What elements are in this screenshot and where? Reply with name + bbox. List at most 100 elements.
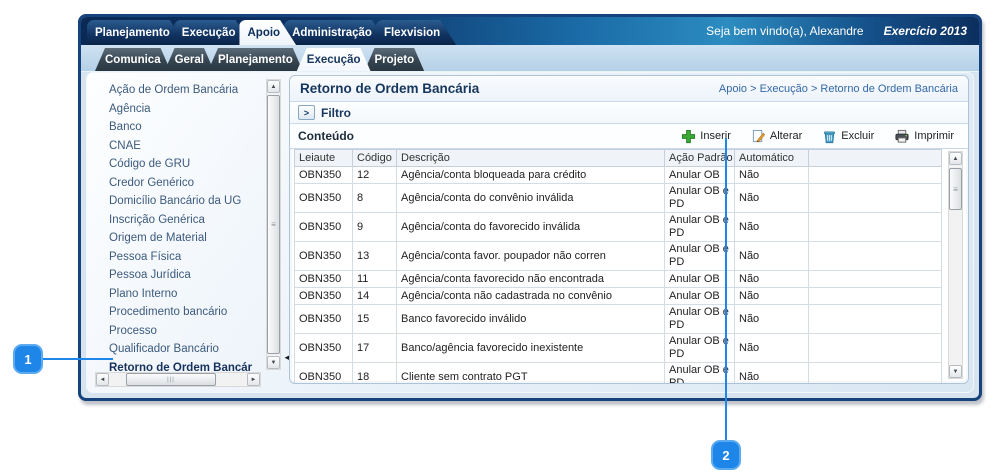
table-cell: Anular OB e PD — [665, 305, 735, 334]
edit-button[interactable]: Alterar — [751, 129, 802, 144]
table-region: LeiauteCódigoDescriçãoAção PadrãoAutomát… — [290, 149, 968, 383]
table-row[interactable]: OBN35015Banco favorecido inválidoAnular … — [295, 305, 942, 334]
sub-tab-geral[interactable]: Geral — [165, 48, 214, 71]
table-cell-empty — [809, 184, 942, 213]
scroll-up-icon[interactable]: ▲ — [949, 152, 962, 165]
sidebar-item-qualificador-banc-rio[interactable]: Qualificador Bancário — [109, 340, 285, 359]
scroll-left-icon[interactable]: ◄ — [96, 373, 109, 386]
annotation-badge-2: 2 — [711, 440, 741, 470]
table-cell: Anular OB e PD — [665, 213, 735, 242]
table-cell-empty — [809, 288, 942, 305]
table-cell: OBN350 — [295, 242, 353, 271]
sidebar-item-ag-ncia[interactable]: Agência — [109, 100, 285, 119]
sub-nav-bar: ComunicaGeralPlanejamentoExecuçãoProjeto — [81, 45, 979, 72]
table-cell: Anular OB e PD — [665, 334, 735, 363]
sidebar-item-credor-gen-rico[interactable]: Credor Genérico — [109, 174, 285, 193]
annotation-line-1 — [43, 358, 113, 360]
body-panel: Ação de Ordem BancáriaAgênciaBancoCNAECó… — [86, 72, 974, 393]
table-cell: 14 — [353, 288, 397, 305]
insert-button[interactable]: Inserir — [681, 129, 731, 144]
sidebar-item-pessoa-jur-dica[interactable]: Pessoa Jurídica — [109, 266, 285, 285]
scroll-down-icon[interactable]: ▼ — [267, 356, 280, 369]
table-row[interactable]: OBN35013Agência/conta favor. poupador nã… — [295, 242, 942, 271]
scroll-right-icon[interactable]: ► — [247, 373, 260, 386]
table-row[interactable]: OBN35014Agência/conta não cadastrada no … — [295, 288, 942, 305]
table-cell-empty — [809, 334, 942, 363]
sidebar-vertical-scrollbar[interactable]: ▲ ≡ ▼ — [266, 79, 281, 370]
table-cell: Anular OB e PD — [665, 363, 735, 384]
table-cell: Banco/agência favorecido inexistente — [397, 334, 665, 363]
scroll-up-icon[interactable]: ▲ — [267, 80, 280, 93]
table-cell: Anular OB — [665, 167, 735, 184]
table-cell: OBN350 — [295, 184, 353, 213]
sidebar-hscrollbar-thumb[interactable]: ||| — [126, 373, 216, 386]
table-scrollbar-thumb[interactable]: ≡ — [949, 168, 962, 210]
app-window: PlanejamentoExecuçãoApoioAdministraçãoFl… — [78, 14, 982, 401]
breadcrumb[interactable]: Apoio > Execução > Retorno de Ordem Banc… — [719, 83, 958, 95]
sidebar-item-origem-de-material[interactable]: Origem de Material — [109, 229, 285, 248]
delete-button[interactable]: Excluir — [822, 129, 874, 144]
table-vertical-scrollbar[interactable]: ▲ ≡ ▼ — [948, 151, 963, 379]
filter-expand-button[interactable]: > — [298, 105, 315, 120]
table-cell: OBN350 — [295, 363, 353, 384]
sidebar-item-procedimento-banc-rio[interactable]: Procedimento bancário — [109, 303, 285, 322]
sidebar-item-c-digo-de-gru[interactable]: Código de GRU — [109, 155, 285, 174]
table-cell-empty — [809, 305, 942, 334]
sub-tab-planejamento[interactable]: Planejamento — [208, 48, 303, 71]
sidebar-item-processo[interactable]: Processo — [109, 322, 285, 341]
sub-tab-projeto[interactable]: Projeto — [365, 48, 425, 71]
table-cell: 9 — [353, 213, 397, 242]
top-tab-administra-o[interactable]: Administração — [284, 20, 388, 45]
sidebar-horizontal-scrollbar[interactable]: ◄ ||| ► — [95, 372, 261, 387]
sidebar-scrollbar-thumb[interactable]: ≡ — [267, 95, 280, 354]
column-header-leiaute[interactable]: Leiaute — [295, 150, 353, 167]
welcome-text: Seja bem vindo(a), Alexandre — [706, 24, 863, 38]
table-row[interactable]: OBN35011Agência/conta favorecido não enc… — [295, 271, 942, 288]
table-cell: Não — [735, 305, 809, 334]
content-table: LeiauteCódigoDescriçãoAção PadrãoAutomát… — [294, 149, 942, 383]
sidebar-item-plano-interno[interactable]: Plano Interno — [109, 285, 285, 304]
table-cell: 12 — [353, 167, 397, 184]
table-cell: Banco favorecido inválido — [397, 305, 665, 334]
table-row[interactable]: OBN35018Cliente sem contrato PGTAnular O… — [295, 363, 942, 384]
table-cell: 8 — [353, 184, 397, 213]
top-tab-flexvision[interactable]: Flexvision — [376, 20, 456, 45]
table-cell: Agência/conta do favorecido inválida — [397, 213, 665, 242]
sub-tab-bar: ComunicaGeralPlanejamentoExecuçãoProjeto — [95, 48, 418, 71]
column-header-c-digo[interactable]: Código — [353, 150, 397, 167]
table-cell-empty — [809, 167, 942, 184]
table-cell: Anular OB — [665, 271, 735, 288]
table-cell: Agência/conta bloqueada para crédito — [397, 167, 665, 184]
sidebar-item-cnae[interactable]: CNAE — [109, 137, 285, 156]
table-cell: Não — [735, 363, 809, 384]
column-header-autom-tico[interactable]: Automático — [735, 150, 809, 167]
table-cell-empty — [809, 213, 942, 242]
trash-icon — [822, 129, 837, 144]
top-tab-planejamento[interactable]: Planejamento — [87, 20, 186, 45]
column-header-a-o-padr-o[interactable]: Ação Padrão — [665, 150, 735, 167]
sidebar-item-domic-lio-banc-rio-da-ug[interactable]: Domicílio Bancário da UG — [109, 192, 285, 211]
table-row[interactable]: OBN3509Agência/conta do favorecido invál… — [295, 213, 942, 242]
column-header-descri-o[interactable]: Descrição — [397, 150, 665, 167]
sidebar-item-a-o-de-ordem-banc-ria[interactable]: Ação de Ordem Bancária — [109, 81, 285, 100]
table-cell: 13 — [353, 242, 397, 271]
sidebar-item-pessoa-f-sica[interactable]: Pessoa Física — [109, 248, 285, 267]
sub-tab-execu-o[interactable]: Execução — [297, 48, 371, 71]
sidebar-item-inscri-o-gen-rica[interactable]: Inscrição Genérica — [109, 211, 285, 230]
table-cell: 11 — [353, 271, 397, 288]
table-row[interactable]: OBN35017Banco/agência favorecido inexist… — [295, 334, 942, 363]
table-row[interactable]: OBN3508Agência/conta do convênio inválid… — [295, 184, 942, 213]
sidebar-item-banco[interactable]: Banco — [109, 118, 285, 137]
toolbar: Inserir Alterar Excluir Imprimir — [681, 129, 954, 144]
header-right: Seja bem vindo(a), Alexandre Exercício 2… — [706, 17, 967, 45]
top-nav-bar: PlanejamentoExecuçãoApoioAdministraçãoFl… — [81, 17, 979, 45]
scroll-down-icon[interactable]: ▼ — [949, 365, 962, 378]
filter-section: > Filtro — [290, 102, 968, 124]
table-row[interactable]: OBN35012Agência/conta bloqueada para cré… — [295, 167, 942, 184]
sub-tab-comunica[interactable]: Comunica — [95, 48, 171, 71]
table-cell: OBN350 — [295, 271, 353, 288]
print-button[interactable]: Imprimir — [894, 129, 954, 144]
sidebar: Ação de Ordem BancáriaAgênciaBancoCNAECó… — [93, 77, 285, 388]
content-header: Conteúdo Inserir Alterar Excluir — [290, 124, 968, 149]
table-cell: OBN350 — [295, 213, 353, 242]
